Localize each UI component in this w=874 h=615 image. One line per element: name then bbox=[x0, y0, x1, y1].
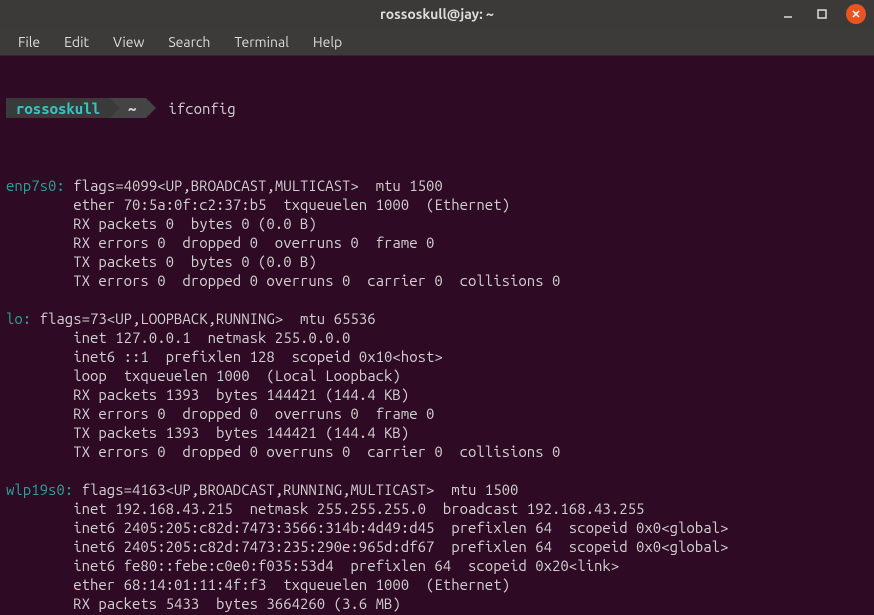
output-line: inet 192.168.43.215 netmask 255.255.255.… bbox=[6, 499, 868, 518]
interface-header: lo: flags=73<UP,LOOPBACK,RUNNING> mtu 65… bbox=[6, 309, 868, 328]
interface-flags: flags=4099<UP,BROADCAST,MULTICAST> mtu 1… bbox=[65, 177, 443, 194]
output-line: inet6 2405:205:c82d:7473:235:290e:965d:d… bbox=[6, 537, 868, 556]
output-line: loop txqueuelen 1000 (Local Loopback) bbox=[6, 366, 868, 385]
titlebar[interactable]: rossoskull@jay: ~ bbox=[0, 0, 874, 28]
prompt-user-segment: rossoskull bbox=[6, 98, 110, 118]
window-title: rossoskull@jay: ~ bbox=[0, 6, 874, 22]
output-line: RX packets 5433 bytes 3664260 (3.6 MB) bbox=[6, 594, 868, 613]
interface-name: lo: bbox=[6, 310, 31, 327]
output-line: RX errors 0 dropped 0 overruns 0 frame 0 bbox=[6, 404, 868, 423]
menubar: File Edit View Search Terminal Help bbox=[0, 28, 874, 56]
blank-line bbox=[6, 290, 868, 309]
output-line: inet6 ::1 prefixlen 128 scopeid 0x10<hos… bbox=[6, 347, 868, 366]
terminal-window: rossoskull@jay: ~ File Edit View Search … bbox=[0, 0, 874, 615]
minimize-button[interactable] bbox=[778, 4, 798, 24]
output-line: RX packets 0 bytes 0 (0.0 B) bbox=[6, 214, 868, 233]
output-line: TX errors 0 dropped 0 overruns 0 carrier… bbox=[6, 271, 868, 290]
menu-search[interactable]: Search bbox=[158, 31, 220, 53]
menu-edit[interactable]: Edit bbox=[54, 31, 99, 53]
interface-header: wlp19s0: flags=4163<UP,BROADCAST,RUNNING… bbox=[6, 480, 868, 499]
prompt-line-1: rossoskull ~ ifconfig bbox=[6, 98, 868, 118]
terminal-body[interactable]: rossoskull ~ ifconfig enp7s0: flags=4099… bbox=[0, 56, 874, 615]
output-line: inet 127.0.0.1 netmask 255.0.0.0 bbox=[6, 328, 868, 347]
interface-header: enp7s0: flags=4099<UP,BROADCAST,MULTICAS… bbox=[6, 176, 868, 195]
output-line: ether 68:14:01:11:4f:f3 txqueuelen 1000 … bbox=[6, 575, 868, 594]
close-button[interactable] bbox=[846, 4, 866, 24]
window-controls bbox=[778, 4, 866, 24]
prompt-user: rossoskull bbox=[16, 99, 100, 118]
interface-flags: flags=4163<UP,BROADCAST,RUNNING,MULTICAS… bbox=[73, 481, 518, 498]
output-line: RX errors 0 dropped 0 overruns 0 frame 0 bbox=[6, 233, 868, 252]
close-icon bbox=[850, 8, 862, 20]
blank-line bbox=[6, 461, 868, 480]
minimize-icon bbox=[782, 8, 794, 20]
maximize-icon bbox=[816, 8, 828, 20]
prompt-command: ifconfig bbox=[168, 98, 235, 118]
interface-name: enp7s0: bbox=[6, 177, 65, 194]
output-line: RX packets 1393 bytes 144421 (144.4 KB) bbox=[6, 385, 868, 404]
menu-view[interactable]: View bbox=[103, 31, 154, 53]
output-line: TX packets 1393 bytes 144421 (144.4 KB) bbox=[6, 423, 868, 442]
interface-name: wlp19s0: bbox=[6, 481, 73, 498]
output-line: inet6 2405:205:c82d:7473:3566:314b:4d49:… bbox=[6, 518, 868, 537]
command-output: enp7s0: flags=4099<UP,BROADCAST,MULTICAS… bbox=[6, 176, 868, 615]
output-line: inet6 fe80::febe:c0e0:f035:53d4 prefixle… bbox=[6, 556, 868, 575]
menu-help[interactable]: Help bbox=[303, 31, 352, 53]
maximize-button[interactable] bbox=[812, 4, 832, 24]
output-line: TX errors 0 dropped 0 overruns 0 carrier… bbox=[6, 442, 868, 461]
prompt-path: ~ bbox=[128, 99, 136, 118]
output-line: TX packets 0 bytes 0 (0.0 B) bbox=[6, 252, 868, 271]
menu-file[interactable]: File bbox=[8, 31, 50, 53]
output-line: ether 70:5a:0f:c2:37:b5 txqueuelen 1000 … bbox=[6, 195, 868, 214]
menu-terminal[interactable]: Terminal bbox=[224, 31, 299, 53]
interface-flags: flags=73<UP,LOOPBACK,RUNNING> mtu 65536 bbox=[31, 310, 375, 327]
